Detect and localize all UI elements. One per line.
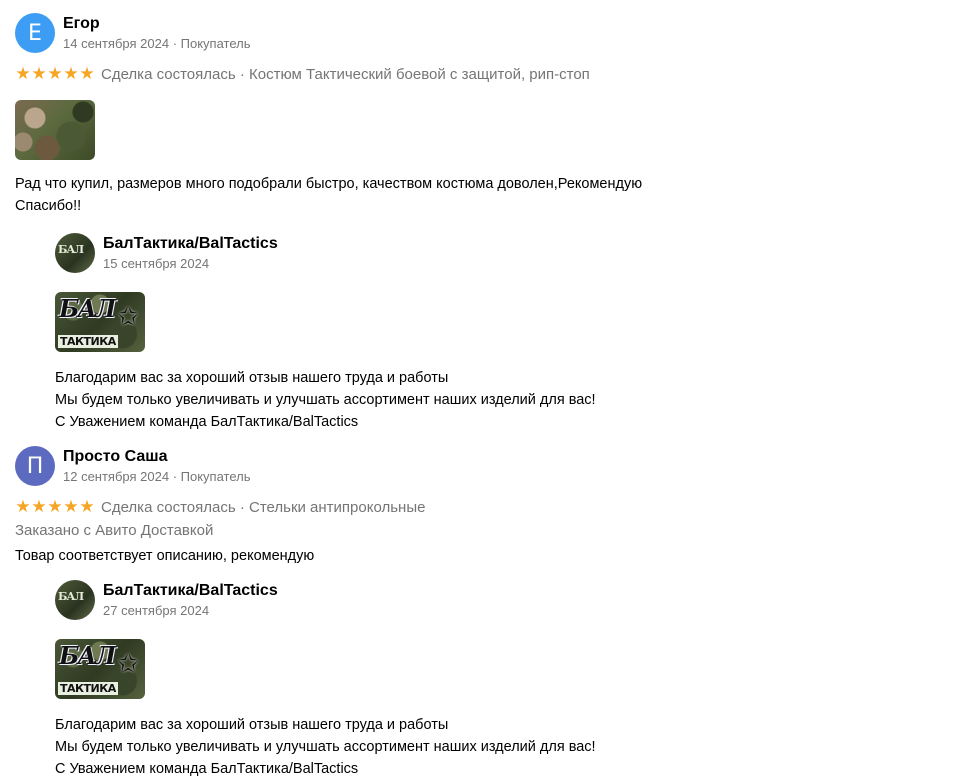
reply-text: Благодарим вас за хороший отзыв нашего т…: [55, 367, 955, 433]
seller-name[interactable]: БалТактика/BalTactics: [103, 234, 278, 254]
reply-text-line: Мы будем только увеличивать и улучшать а…: [55, 739, 596, 755]
deal-status: Сделка состоялась · Стельки антипрокольн…: [101, 498, 426, 516]
review-author-row: Е Егор 14 сентября 2024 · Покупатель: [15, 10, 955, 56]
star-icon: ★: [31, 64, 47, 84]
logo-text-top: БАЛ: [59, 641, 116, 670]
logo-text-bottom: ТАКТИКА: [58, 682, 118, 695]
review-card: Е Егор 14 сентября 2024 · Покупатель ★ ★…: [15, 10, 955, 433]
seller-name[interactable]: БалТактика/BalTactics: [103, 581, 278, 601]
seller-logo-image[interactable]: БАЛ ✩ ТАКТИКА: [55, 292, 145, 352]
seller-reply: БАЛ БалТактика/BalTactics 15 сентября 20…: [55, 230, 955, 433]
seller-logo-image[interactable]: БАЛ ✩ ТАКТИКА: [55, 639, 145, 699]
review-text: Рад что купил, размеров много подобрали …: [15, 173, 955, 217]
logo-text-bottom: ТАКТИКА: [58, 335, 118, 348]
reply-text: Благодарим вас за хороший отзыв нашего т…: [55, 714, 955, 777]
star-icon: ★: [63, 497, 79, 517]
star-rating: ★ ★ ★ ★ ★: [15, 498, 95, 516]
reply-text-line: Благодарим вас за хороший отзыв нашего т…: [55, 717, 449, 733]
star-rating: ★ ★ ★ ★ ★: [15, 65, 95, 83]
review-text: Товар соответствует описанию, рекомендую: [15, 545, 955, 567]
review-text-line: Рад что купил, размеров много подобрали …: [15, 176, 643, 192]
logo-text-top: БАЛ: [59, 294, 116, 323]
reply-author-info: БалТактика/BalTactics 27 сентября 2024: [103, 581, 278, 619]
author-info: Егор 14 сентября 2024 · Покупатель: [63, 14, 250, 52]
author-info: Просто Саша 12 сентября 2024 · Покупател…: [63, 447, 250, 485]
seller-avatar[interactable]: БАЛ: [55, 233, 95, 273]
review-photo[interactable]: [15, 100, 95, 160]
review-meta: 12 сентября 2024 · Покупатель: [63, 469, 251, 484]
reply-date: 27 сентября 2024: [103, 603, 210, 618]
seller-avatar[interactable]: БАЛ: [55, 580, 95, 620]
author-avatar[interactable]: Е: [15, 13, 55, 53]
star-icon: ★: [47, 64, 63, 84]
star-icon: ★: [79, 497, 95, 517]
seller-reply: БАЛ БалТактика/BalTactics 27 сентября 20…: [55, 577, 955, 777]
rating-row: ★ ★ ★ ★ ★ Сделка состоялась · Стельки ан…: [15, 497, 955, 517]
author-name[interactable]: Просто Саша: [63, 447, 250, 467]
star-icon: ★: [15, 497, 31, 517]
reply-text-line: Мы будем только увеличивать и улучшать а…: [55, 392, 596, 408]
review-text-line: Спасибо!!: [15, 198, 82, 214]
rating-row: ★ ★ ★ ★ ★ Сделка состоялась · Костюм Так…: [15, 64, 955, 84]
star-icon: ★: [31, 497, 47, 517]
review-meta: 14 сентября 2024 · Покупатель: [63, 36, 251, 51]
review-author-row: П Просто Саша 12 сентября 2024 · Покупат…: [15, 443, 955, 489]
reply-text-line: Благодарим вас за хороший отзыв нашего т…: [55, 370, 449, 386]
deal-status: Сделка состоялась · Костюм Тактический б…: [101, 65, 590, 83]
review-card: П Просто Саша 12 сентября 2024 · Покупат…: [15, 443, 955, 777]
author-avatar[interactable]: П: [15, 446, 55, 486]
seller-avatar-logo: БАЛ: [58, 243, 84, 256]
reply-author-row: БАЛ БалТактика/BalTactics 15 сентября 20…: [55, 230, 955, 276]
reply-author-row: БАЛ БалТактика/BalTactics 27 сентября 20…: [55, 577, 955, 623]
seller-avatar-logo: БАЛ: [58, 590, 84, 603]
star-icon: ★: [15, 64, 31, 84]
reply-date: 15 сентября 2024: [103, 256, 210, 271]
star-logo-icon: ✩: [117, 302, 139, 332]
author-name[interactable]: Егор: [63, 14, 250, 34]
review-text-line: Товар соответствует описанию, рекомендую: [15, 548, 315, 564]
star-logo-icon: ✩: [117, 649, 139, 679]
star-icon: ★: [79, 64, 95, 84]
star-icon: ★: [47, 497, 63, 517]
reply-author-info: БалТактика/BalTactics 15 сентября 2024: [103, 234, 278, 272]
reply-text-line: С Уважением команда БалТактика/BalTactic…: [55, 414, 359, 430]
delivery-note: Заказано с Авито Доставкой: [15, 522, 214, 539]
reply-text-line: С Уважением команда БалТактика/BalTactic…: [55, 761, 359, 777]
star-icon: ★: [63, 64, 79, 84]
